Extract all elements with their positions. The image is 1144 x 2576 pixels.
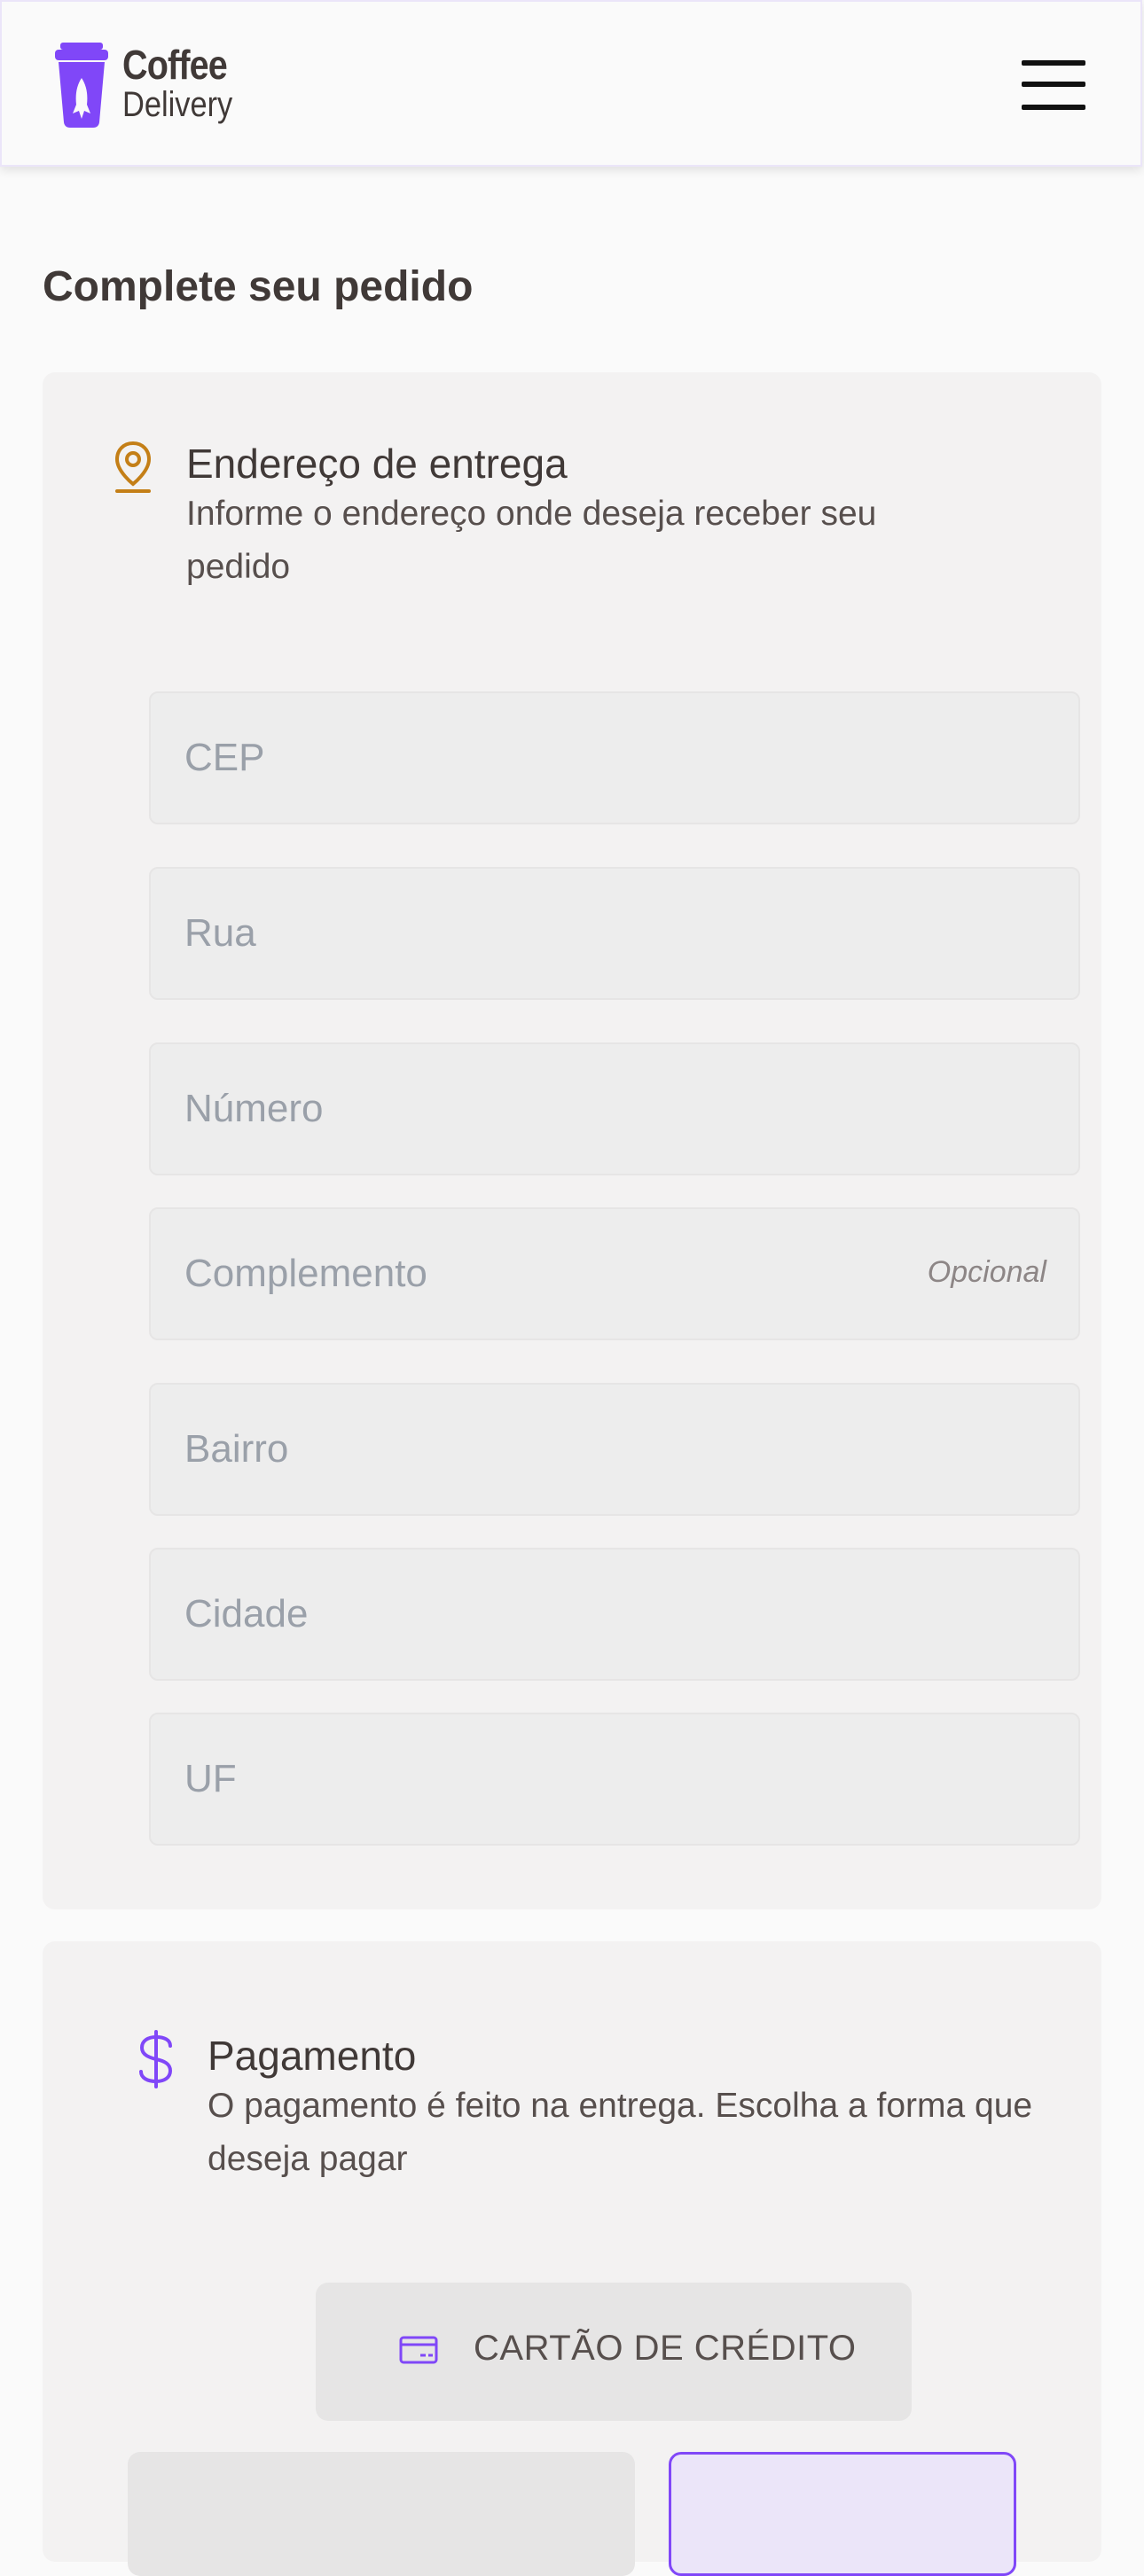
complemento-field[interactable]: Opcional [149,1207,1080,1340]
credit-card-button[interactable]: CARTÃO DE CRÉDITO [316,2283,912,2421]
optional-label: Opcional [927,1255,1046,1289]
payment-option-selected-button[interactable] [669,2452,1016,2576]
payment-card: Pagamento O pagamento é feito na entrega… [43,1941,1101,2576]
address-card: Endereço de entrega Informe o endereço o… [43,372,1101,1909]
bairro-input[interactable] [151,1385,1078,1514]
cidade-field[interactable] [149,1548,1080,1681]
logo-text-delivery: Delivery [122,85,233,124]
payment-option-button[interactable] [128,2452,635,2576]
address-subtitle: Informe o endereço onde deseja receber s… [186,495,877,586]
payment-title: Pagamento [208,2033,417,2079]
coffee-cup-rocket-icon [55,43,108,128]
address-title: Endereço de entrega [186,441,568,487]
cidade-input[interactable] [151,1550,1078,1679]
currency-dollar-icon [139,2030,173,2088]
page-title: Complete seu pedido [43,263,474,310]
uf-field[interactable] [149,1713,1080,1846]
app-header: Coffee Delivery [0,0,1142,167]
cep-field[interactable] [149,691,1080,824]
rua-field[interactable] [149,867,1080,1000]
rua-input[interactable] [151,869,1078,998]
numero-field[interactable] [149,1042,1080,1175]
hamburger-menu-icon[interactable] [1022,59,1089,112]
logo-text-coffee: Coffee [122,42,228,88]
bairro-field[interactable] [149,1383,1080,1516]
numero-input[interactable] [151,1044,1078,1174]
map-pin-icon [114,441,152,493]
credit-card-icon [399,2336,438,2364]
logo[interactable]: Coffee Delivery [55,41,268,129]
payment-subtitle: O pagamento é feito na entrega. Escolha … [208,2087,1033,2178]
uf-input[interactable] [151,1714,1078,1844]
cep-input[interactable] [151,693,1078,823]
credit-card-label: CARTÃO DE CRÉDITO [474,2329,857,2368]
